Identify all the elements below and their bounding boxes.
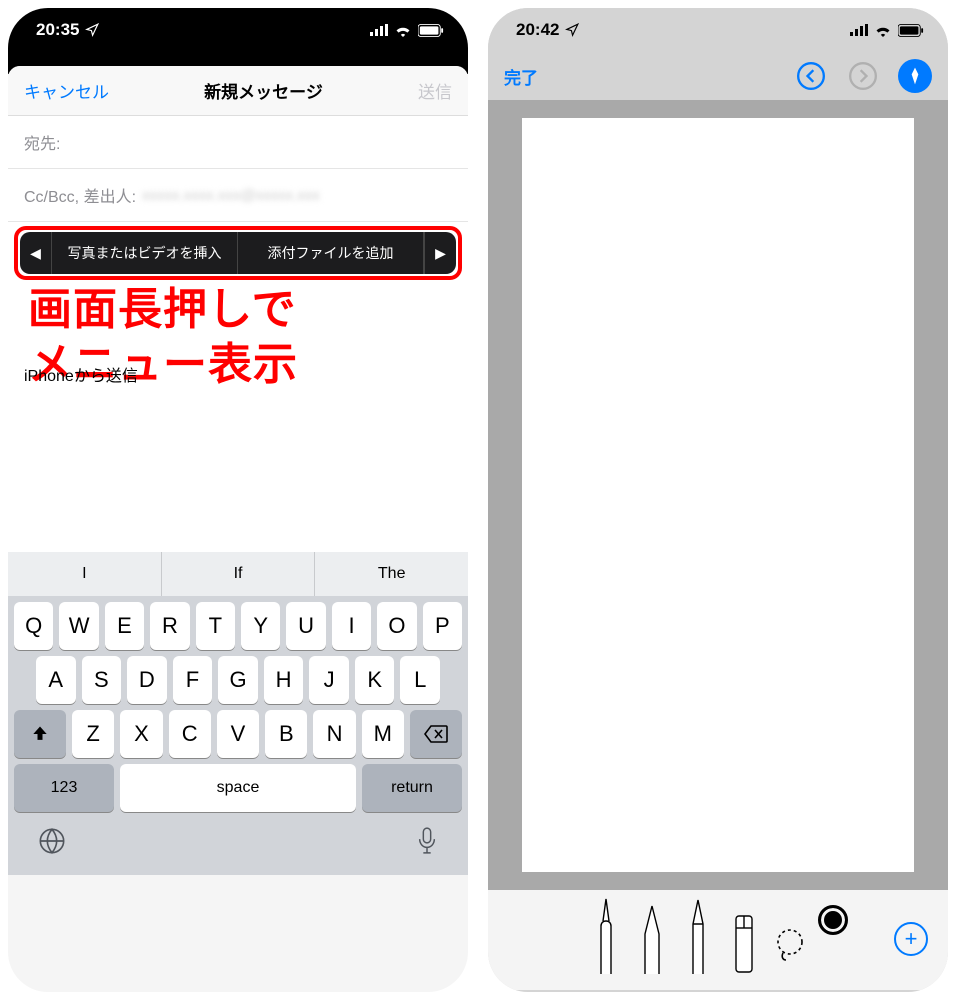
key-j[interactable]: J [309,656,349,704]
keyboard: I If The Q W E R T Y U I O P A S D F [8,552,468,875]
to-label: 宛先: [24,130,60,154]
key-d[interactable]: D [127,656,167,704]
send-button[interactable]: 送信 [418,78,452,103]
mail-signature: iPhoneから送信 [24,362,138,386]
marker-tool[interactable] [588,894,624,974]
key-t[interactable]: T [196,602,235,650]
globe-icon[interactable] [38,827,66,862]
menu-next-arrow-icon[interactable]: ▶ [424,232,456,274]
key-q[interactable]: Q [14,602,53,650]
keyboard-bottom-bar [8,812,468,869]
status-time: 20:35 [36,20,79,40]
return-key[interactable]: return [362,764,462,812]
location-icon [85,23,99,37]
wifi-icon [874,24,892,37]
canvas-area [488,100,948,890]
key-o[interactable]: O [377,602,416,650]
key-row-3: Z X C V B N M [8,704,468,758]
tool-tray: + [488,890,948,990]
status-bar: 20:42 [488,8,948,52]
key-r[interactable]: R [150,602,189,650]
key-i[interactable]: I [332,602,371,650]
lasso-tool[interactable] [772,881,808,961]
status-time: 20:42 [516,20,559,40]
from-address: xxxxx.xxxx.xxx@xxxxx.xxx [142,187,320,204]
add-shape-button[interactable]: + [894,922,928,956]
key-g[interactable]: G [218,656,258,704]
key-p[interactable]: P [423,602,462,650]
menu-prev-arrow-icon[interactable]: ◀ [20,232,52,274]
pencil-tool[interactable] [680,894,716,974]
compose-navbar: キャンセル 新規メッセージ 送信 [8,66,468,116]
drawing-canvas[interactable] [522,118,914,872]
annotation-highlight-box: ◀ 写真またはビデオを挿入 添付ファイルを追加 ▶ [14,226,462,280]
menu-add-attachment[interactable]: 添付ファイルを追加 [238,232,424,274]
menu-insert-photo-video[interactable]: 写真またはビデオを挿入 [52,232,238,274]
suggestion-bar: I If The [8,552,468,596]
highlighter-tool[interactable] [634,894,670,974]
key-u[interactable]: U [286,602,325,650]
status-bar: 20:35 [8,8,468,52]
key-w[interactable]: W [59,602,98,650]
space-key[interactable]: space [120,764,356,812]
key-b[interactable]: B [265,710,307,758]
markup-toolbar: 完了 [488,52,948,100]
backspace-key[interactable] [410,710,462,758]
battery-icon [418,24,444,37]
key-e[interactable]: E [105,602,144,650]
suggestion-3[interactable]: The [315,552,468,596]
key-n[interactable]: N [313,710,355,758]
key-a[interactable]: A [36,656,76,704]
annotation-line1: 画面長押しで [28,282,458,337]
wifi-icon [394,24,412,37]
shift-key[interactable] [14,710,66,758]
battery-icon [898,24,924,37]
numbers-key[interactable]: 123 [14,764,114,812]
context-menu: ◀ 写真またはビデオを挿入 添付ファイルを追加 ▶ [20,232,456,274]
key-row-2: A S D F G H J K L [8,650,468,704]
key-row-1: Q W E R T Y U I O P [8,596,468,650]
key-y[interactable]: Y [241,602,280,650]
signal-icon [850,24,868,36]
key-x[interactable]: X [120,710,162,758]
phone-mail-compose: 20:35 キャンセル 新規メッセージ 送信 宛先: [8,8,468,992]
done-button[interactable]: 完了 [504,64,538,89]
key-z[interactable]: Z [72,710,114,758]
key-row-4: 123 space return [8,758,468,812]
key-s[interactable]: S [82,656,122,704]
ccbcc-label: Cc/Bcc, 差出人: [24,183,136,207]
to-field[interactable]: 宛先: [8,116,468,169]
cancel-button[interactable]: キャンセル [24,78,109,103]
location-icon [565,23,579,37]
color-picker-black[interactable] [818,905,848,935]
suggestion-2[interactable]: If [162,552,316,596]
compose-sheet: キャンセル 新規メッセージ 送信 宛先: Cc/Bcc, 差出人: xxxxx.… [8,66,468,875]
key-f[interactable]: F [173,656,213,704]
undo-button[interactable] [794,59,828,93]
suggestion-1[interactable]: I [8,552,162,596]
pen-mode-button[interactable] [898,59,932,93]
redo-button[interactable] [846,59,880,93]
key-h[interactable]: H [264,656,304,704]
signal-icon [370,24,388,36]
key-m[interactable]: M [362,710,404,758]
eraser-tool[interactable] [726,894,762,974]
key-l[interactable]: L [400,656,440,704]
phone-markup-editor: 20:42 完了 [488,8,948,992]
message-body[interactable]: ◀ 写真またはビデオを挿入 添付ファイルを追加 ▶ 画面長押しで メニュー表示 … [8,222,468,552]
key-k[interactable]: K [355,656,395,704]
ccbcc-field[interactable]: Cc/Bcc, 差出人: xxxxx.xxxx.xxx@xxxxx.xxx [8,169,468,222]
compose-title: 新規メッセージ [204,78,323,103]
key-c[interactable]: C [169,710,211,758]
key-v[interactable]: V [217,710,259,758]
mic-icon[interactable] [416,826,438,863]
